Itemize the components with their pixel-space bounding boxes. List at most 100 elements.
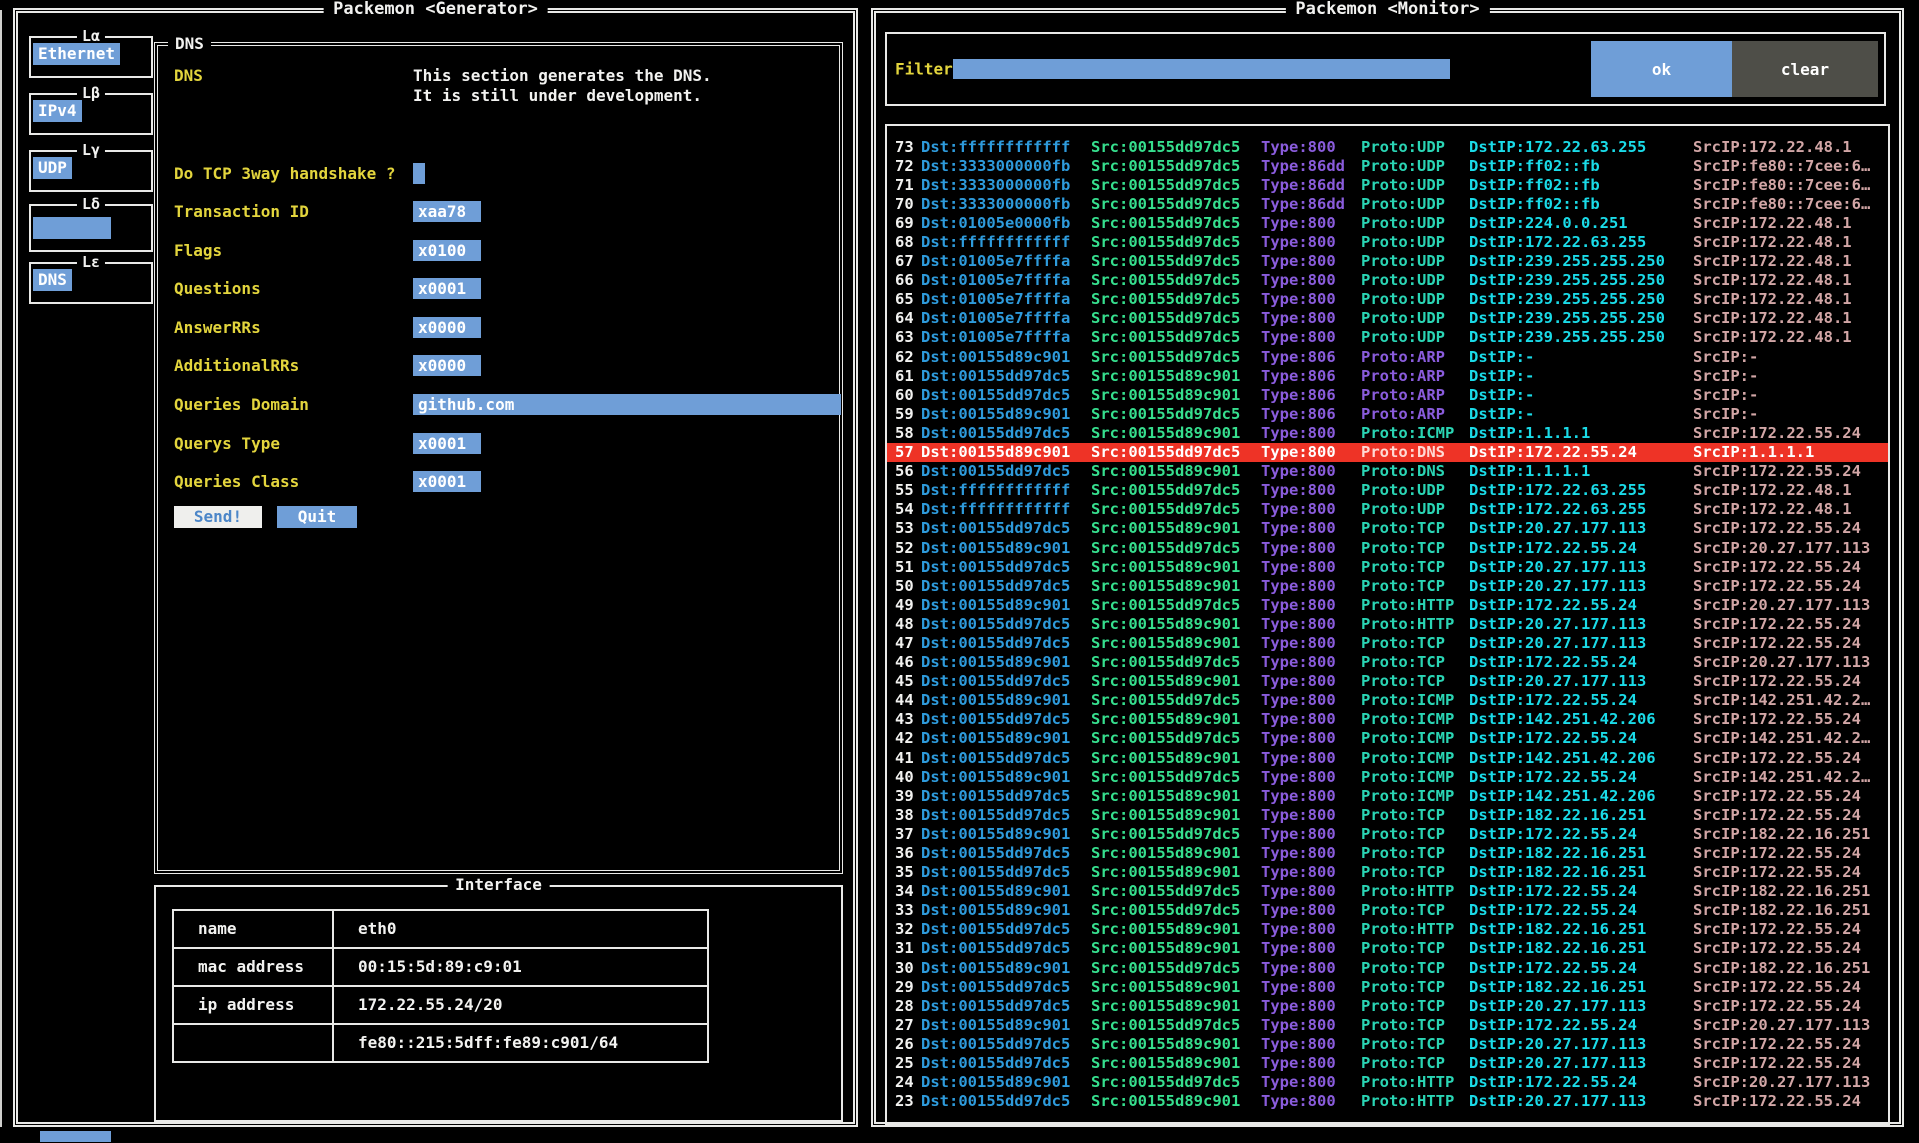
packet-row[interactable]: 60 Dst:00155dd97dc5 Src:00155d89c901 Type:8…	[895, 385, 1884, 404]
packet-cell-src: Src:00155d89c901	[1091, 462, 1241, 481]
packet-row[interactable]: 39 Dst:00155dd97dc5 Src:00155d89c901 Type:8…	[895, 786, 1884, 805]
packet-cell-dst: Dst:00155dd97dc5	[921, 805, 1071, 824]
packet-cell-type: Type:800	[1261, 710, 1336, 729]
packet-row[interactable]: 64 Dst:01005e7ffffa Src:00155dd97dc5 Type:8…	[895, 309, 1884, 328]
packet-cell-srcip: SrcIP:172.22.48.1	[1693, 500, 1852, 519]
packet-cell-dstip: DstIP:172.22.55.24	[1469, 901, 1637, 920]
packet-row[interactable]: 58 Dst:00155dd97dc5 Src:00155d89c901 Type:8…	[895, 423, 1884, 442]
packet-row[interactable]: 28 Dst:00155dd97dc5 Src:00155d89c901 Type:8…	[895, 996, 1884, 1015]
layer-tab-udp[interactable]: Lγ UDP	[29, 141, 153, 192]
packet-row[interactable]: 69 Dst:01005e0000fb Src:00155dd97dc5 Type:8…	[895, 213, 1884, 232]
packet-row[interactable]: 47 Dst:00155dd97dc5 Src:00155d89c901 Type:8…	[895, 633, 1884, 652]
packet-cell-srcip: SrcIP:-	[1693, 385, 1759, 404]
packet-cell-srcip: SrcIP:142.251.42.2…	[1693, 691, 1871, 710]
packet-row[interactable]: 67 Dst:01005e7ffffa Src:00155dd97dc5 Type:8…	[895, 252, 1884, 271]
packet-row[interactable]: 43 Dst:00155dd97dc5 Src:00155d89c901 Type:8…	[895, 710, 1884, 729]
field-input-questions[interactable]: x0001	[413, 278, 481, 299]
packet-row[interactable]: 36 Dst:00155dd97dc5 Src:00155d89c901 Type:8…	[895, 843, 1884, 862]
packet-cell-no: 69	[895, 213, 914, 232]
packet-row[interactable]: 51 Dst:00155dd97dc5 Src:00155d89c901 Type:8…	[895, 557, 1884, 576]
packet-cell-dstip: DstIP:182.22.16.251	[1469, 939, 1647, 958]
packet-row[interactable]: 59 Dst:00155d89c901 Src:00155dd97dc5 Type:8…	[895, 404, 1884, 423]
field-input-flags[interactable]: x0100	[413, 240, 481, 261]
filter-input[interactable]	[953, 59, 1450, 79]
field-input-querys-type[interactable]: x0001	[413, 433, 481, 454]
packet-cell-no: 53	[895, 519, 914, 538]
packet-row[interactable]: 29 Dst:00155dd97dc5 Src:00155d89c901 Type:8…	[895, 977, 1884, 996]
packet-row[interactable]: 49 Dst:00155d89c901 Src:00155dd97dc5 Type:8…	[895, 595, 1884, 614]
packet-row-selected[interactable]: 57 Dst:00155d89c901 Src:00155dd97dc5 Type:8…	[887, 442, 1888, 462]
packet-row[interactable]: 38 Dst:00155dd97dc5 Src:00155d89c901 Type:8…	[895, 805, 1884, 824]
layer-tab-empty[interactable]: Lδ	[29, 195, 153, 252]
field-input-queries-domain[interactable]: github.com	[413, 394, 841, 415]
packet-row[interactable]: 33 Dst:00155d89c901 Src:00155dd97dc5 Type:8…	[895, 901, 1884, 920]
packet-cell-dst: Dst:01005e7ffffa	[921, 290, 1071, 309]
packet-row[interactable]: 50 Dst:00155dd97dc5 Src:00155d89c901 Type:8…	[895, 576, 1884, 595]
packet-row[interactable]: 30 Dst:00155d89c901 Src:00155dd97dc5 Type:8…	[895, 958, 1884, 977]
packet-row[interactable]: 68 Dst:ffffffffffff Src:00155dd97dc5 Type:8…	[895, 232, 1884, 251]
packet-cell-proto: Proto:TCP	[1361, 576, 1445, 595]
packet-cell-proto: Proto:UDP	[1361, 194, 1445, 213]
packet-row[interactable]: 63 Dst:01005e7ffffa Src:00155dd97dc5 Type:8…	[895, 328, 1884, 347]
packet-row[interactable]: 62 Dst:00155d89c901 Src:00155dd97dc5 Type:8…	[895, 347, 1884, 366]
packet-row[interactable]: 40 Dst:00155d89c901 Src:00155dd97dc5 Type:8…	[895, 767, 1884, 786]
tcp-handshake-checkbox[interactable]	[413, 163, 425, 184]
packet-cell-dstip: DstIP:239.255.255.250	[1469, 252, 1665, 271]
packet-cell-no: 24	[895, 1073, 914, 1092]
packet-cell-dst: Dst:00155d89c901	[921, 729, 1071, 748]
packet-cell-src: Src:00155d89c901	[1091, 786, 1241, 805]
packet-row[interactable]: 56 Dst:00155dd97dc5 Src:00155d89c901 Type:8…	[895, 462, 1884, 481]
field-input-queries-class[interactable]: x0001	[413, 471, 481, 492]
packet-cell-dstip: DstIP:-	[1469, 385, 1535, 404]
packet-row[interactable]: 25 Dst:00155dd97dc5 Src:00155d89c901 Type:8…	[895, 1054, 1884, 1073]
packet-row[interactable]: 70 Dst:3333000000fb Src:00155dd97dc5 Type:8…	[895, 194, 1884, 213]
packet-row[interactable]: 42 Dst:00155d89c901 Src:00155dd97dc5 Type:8…	[895, 729, 1884, 748]
packet-row[interactable]: 55 Dst:ffffffffffff Src:00155dd97dc5 Type:8…	[895, 481, 1884, 500]
packet-cell-dstip: DstIP:20.27.177.113	[1469, 996, 1647, 1015]
packet-row[interactable]: 53 Dst:00155dd97dc5 Src:00155d89c901 Type:8…	[895, 519, 1884, 538]
packet-row[interactable]: 23 Dst:00155dd97dc5 Src:00155d89c901 Type:8…	[895, 1092, 1884, 1111]
packet-row[interactable]: 45 Dst:00155dd97dc5 Src:00155d89c901 Type:8…	[895, 672, 1884, 691]
packet-cell-no: 39	[895, 786, 914, 805]
packet-row[interactable]: 71 Dst:3333000000fb Src:00155dd97dc5 Type:8…	[895, 175, 1884, 194]
packet-row[interactable]: 26 Dst:00155dd97dc5 Src:00155d89c901 Type:8…	[895, 1034, 1884, 1053]
packet-row[interactable]: 48 Dst:00155dd97dc5 Src:00155d89c901 Type:8…	[895, 614, 1884, 633]
packet-row[interactable]: 72 Dst:3333000000fb Src:00155dd97dc5 Type:8…	[895, 156, 1884, 175]
packet-row[interactable]: 27 Dst:00155d89c901 Src:00155dd97dc5 Type:8…	[895, 1015, 1884, 1034]
packet-cell-proto: Proto:TCP	[1361, 538, 1445, 557]
ok-button[interactable]: ok	[1591, 41, 1732, 97]
packet-cell-dstip: DstIP:172.22.55.24	[1469, 767, 1637, 786]
layer-tab-dns[interactable]: Lε DNS	[29, 253, 153, 304]
quit-button[interactable]: Quit	[277, 506, 357, 528]
field-input-transaction-id[interactable]: xaa78	[413, 201, 481, 222]
packet-cell-src: Src:00155dd97dc5	[1091, 595, 1241, 614]
packet-row[interactable]: 44 Dst:00155d89c901 Src:00155dd97dc5 Type:8…	[895, 691, 1884, 710]
packet-cell-no: 63	[895, 328, 914, 347]
packet-row[interactable]: 52 Dst:00155d89c901 Src:00155dd97dc5 Type:8…	[895, 538, 1884, 557]
packet-row[interactable]: 32 Dst:00155dd97dc5 Src:00155d89c901 Type:8…	[895, 920, 1884, 939]
packet-row[interactable]: 46 Dst:00155d89c901 Src:00155dd97dc5 Type:8…	[895, 653, 1884, 672]
layer-tab-ipv4[interactable]: Lβ IPv4	[29, 84, 153, 135]
packet-row[interactable]: 54 Dst:ffffffffffff Src:00155dd97dc5 Type:8…	[895, 500, 1884, 519]
packet-row[interactable]: 35 Dst:00155dd97dc5 Src:00155d89c901 Type:8…	[895, 863, 1884, 882]
field-input-additionalrrs[interactable]: x0000	[413, 355, 481, 376]
packet-row[interactable]: 41 Dst:00155dd97dc5 Src:00155d89c901 Type:8…	[895, 748, 1884, 767]
packet-row[interactable]: 66 Dst:01005e7ffffa Src:00155dd97dc5 Type:8…	[895, 271, 1884, 290]
packet-row[interactable]: 31 Dst:00155dd97dc5 Src:00155d89c901 Type:8…	[895, 939, 1884, 958]
packet-row[interactable]: 24 Dst:00155d89c901 Src:00155dd97dc5 Type:8…	[895, 1073, 1884, 1092]
layer-tab-ethernet[interactable]: Lα Ethernet	[29, 27, 153, 78]
packet-cell-src: Src:00155dd97dc5	[1091, 500, 1241, 519]
packet-row[interactable]: 65 Dst:01005e7ffffa Src:00155dd97dc5 Type:8…	[895, 290, 1884, 309]
packet-row[interactable]: 73 Dst:ffffffffffff Src:00155dd97dc5 Type:8…	[895, 137, 1884, 156]
field-input-answerrrs[interactable]: x0000	[413, 317, 481, 338]
packet-cell-proto: Proto:TCP	[1361, 824, 1445, 843]
packet-cell-type: Type:800	[1261, 672, 1336, 691]
packet-row[interactable]: 37 Dst:00155d89c901 Src:00155dd97dc5 Type:8…	[895, 824, 1884, 843]
packet-row[interactable]: 34 Dst:00155d89c901 Src:00155dd97dc5 Type:8…	[895, 882, 1884, 901]
clear-button[interactable]: clear	[1732, 41, 1878, 97]
packet-row[interactable]: 61 Dst:00155dd97dc5 Src:00155d89c901 Type:8…	[895, 366, 1884, 385]
send-button[interactable]: Send!	[174, 506, 262, 528]
packet-cell-no: 72	[895, 156, 914, 175]
packet-cell-srcip: SrcIP:20.27.177.113	[1693, 1015, 1871, 1034]
packet-cell-proto: Proto:HTTP	[1361, 920, 1455, 939]
